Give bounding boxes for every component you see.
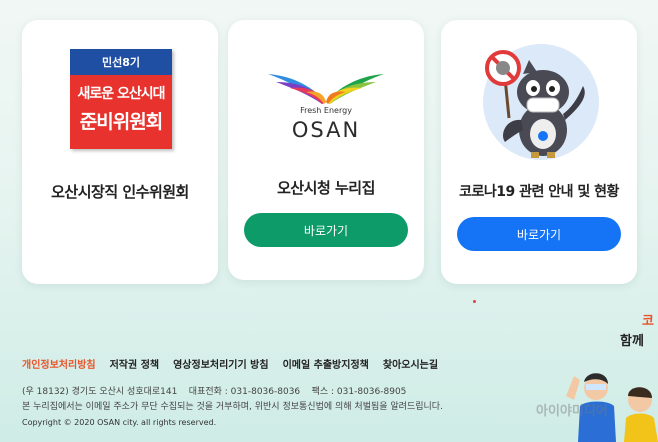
footer-link-privacy-policy[interactable]: 개인정보처리방침 — [22, 356, 96, 371]
card-title: 오산시청 누리집 — [277, 179, 375, 197]
logo-name: OSAN — [291, 118, 361, 142]
side-banner-line1: 코 — [642, 314, 654, 329]
footer-address: (우 18132) 경기도 오산시 성호대로141 대표전화 : 031-803… — [22, 387, 407, 397]
footer-link-cctv-policy[interactable]: 영상정보처리기기 방침 — [173, 356, 268, 371]
side-banner-fragment: 코 함께 — [620, 312, 654, 352]
transition-committee-logo: 민선8기 새로운 오산시대 준비위원회 — [70, 49, 172, 149]
footer-copyright: Copyright © 2020 OSAN city. all rights r… — [22, 418, 217, 427]
go-button-city-homepage[interactable]: 바로가기 — [244, 213, 408, 247]
logo-line1: 새로운 오산시대 — [77, 86, 165, 102]
card-title: 오산시장직 인수위원회 — [51, 183, 189, 201]
card-covid-info: 코로나19 관련 안내 및 현황 바로가기 — [441, 20, 637, 284]
logo-top-text: 민선8기 — [70, 49, 172, 75]
watermark: 아이야미디어 — [536, 404, 608, 419]
card-transition-committee[interactable]: 민선8기 새로운 오산시대 준비위원회 오산시장직 인수위원회 — [22, 20, 218, 284]
logo-tagline: Fresh Energy — [300, 106, 352, 115]
footer-link-copyright-policy[interactable]: 저작권 정책 — [110, 356, 159, 371]
footer-link-email-policy[interactable]: 이메일 추출방지정책 — [283, 356, 369, 371]
card-title: 코로나19 관련 안내 및 현황 — [459, 184, 619, 200]
bird-mascot-with-mask-icon — [479, 38, 603, 162]
decorative-dot — [473, 300, 476, 303]
footer-link-directions[interactable]: 찾아오시는길 — [383, 356, 438, 371]
osan-logo: Fresh Energy OSAN — [264, 64, 388, 146]
footer-notice: 본 누리집에서는 이메일 주소가 무단 수집되는 것을 거부하며, 위반시 정보… — [22, 402, 443, 412]
osan-wings-icon — [268, 74, 384, 104]
logo-line2: 준비위원회 — [79, 111, 163, 133]
footer-info: (우 18132) 경기도 오산시 성호대로141 대표전화 : 031-803… — [22, 385, 443, 430]
card-city-homepage: Fresh Energy OSAN 오산시청 누리집 바로가기 — [228, 20, 424, 280]
footer-links: 개인정보처리방침 저작권 정책 영상정보처리기기 방침 이메일 추출방지정책 찾… — [22, 356, 438, 371]
go-button-covid-info[interactable]: 바로가기 — [457, 217, 621, 251]
side-banner-line2: 함께 — [620, 334, 644, 349]
